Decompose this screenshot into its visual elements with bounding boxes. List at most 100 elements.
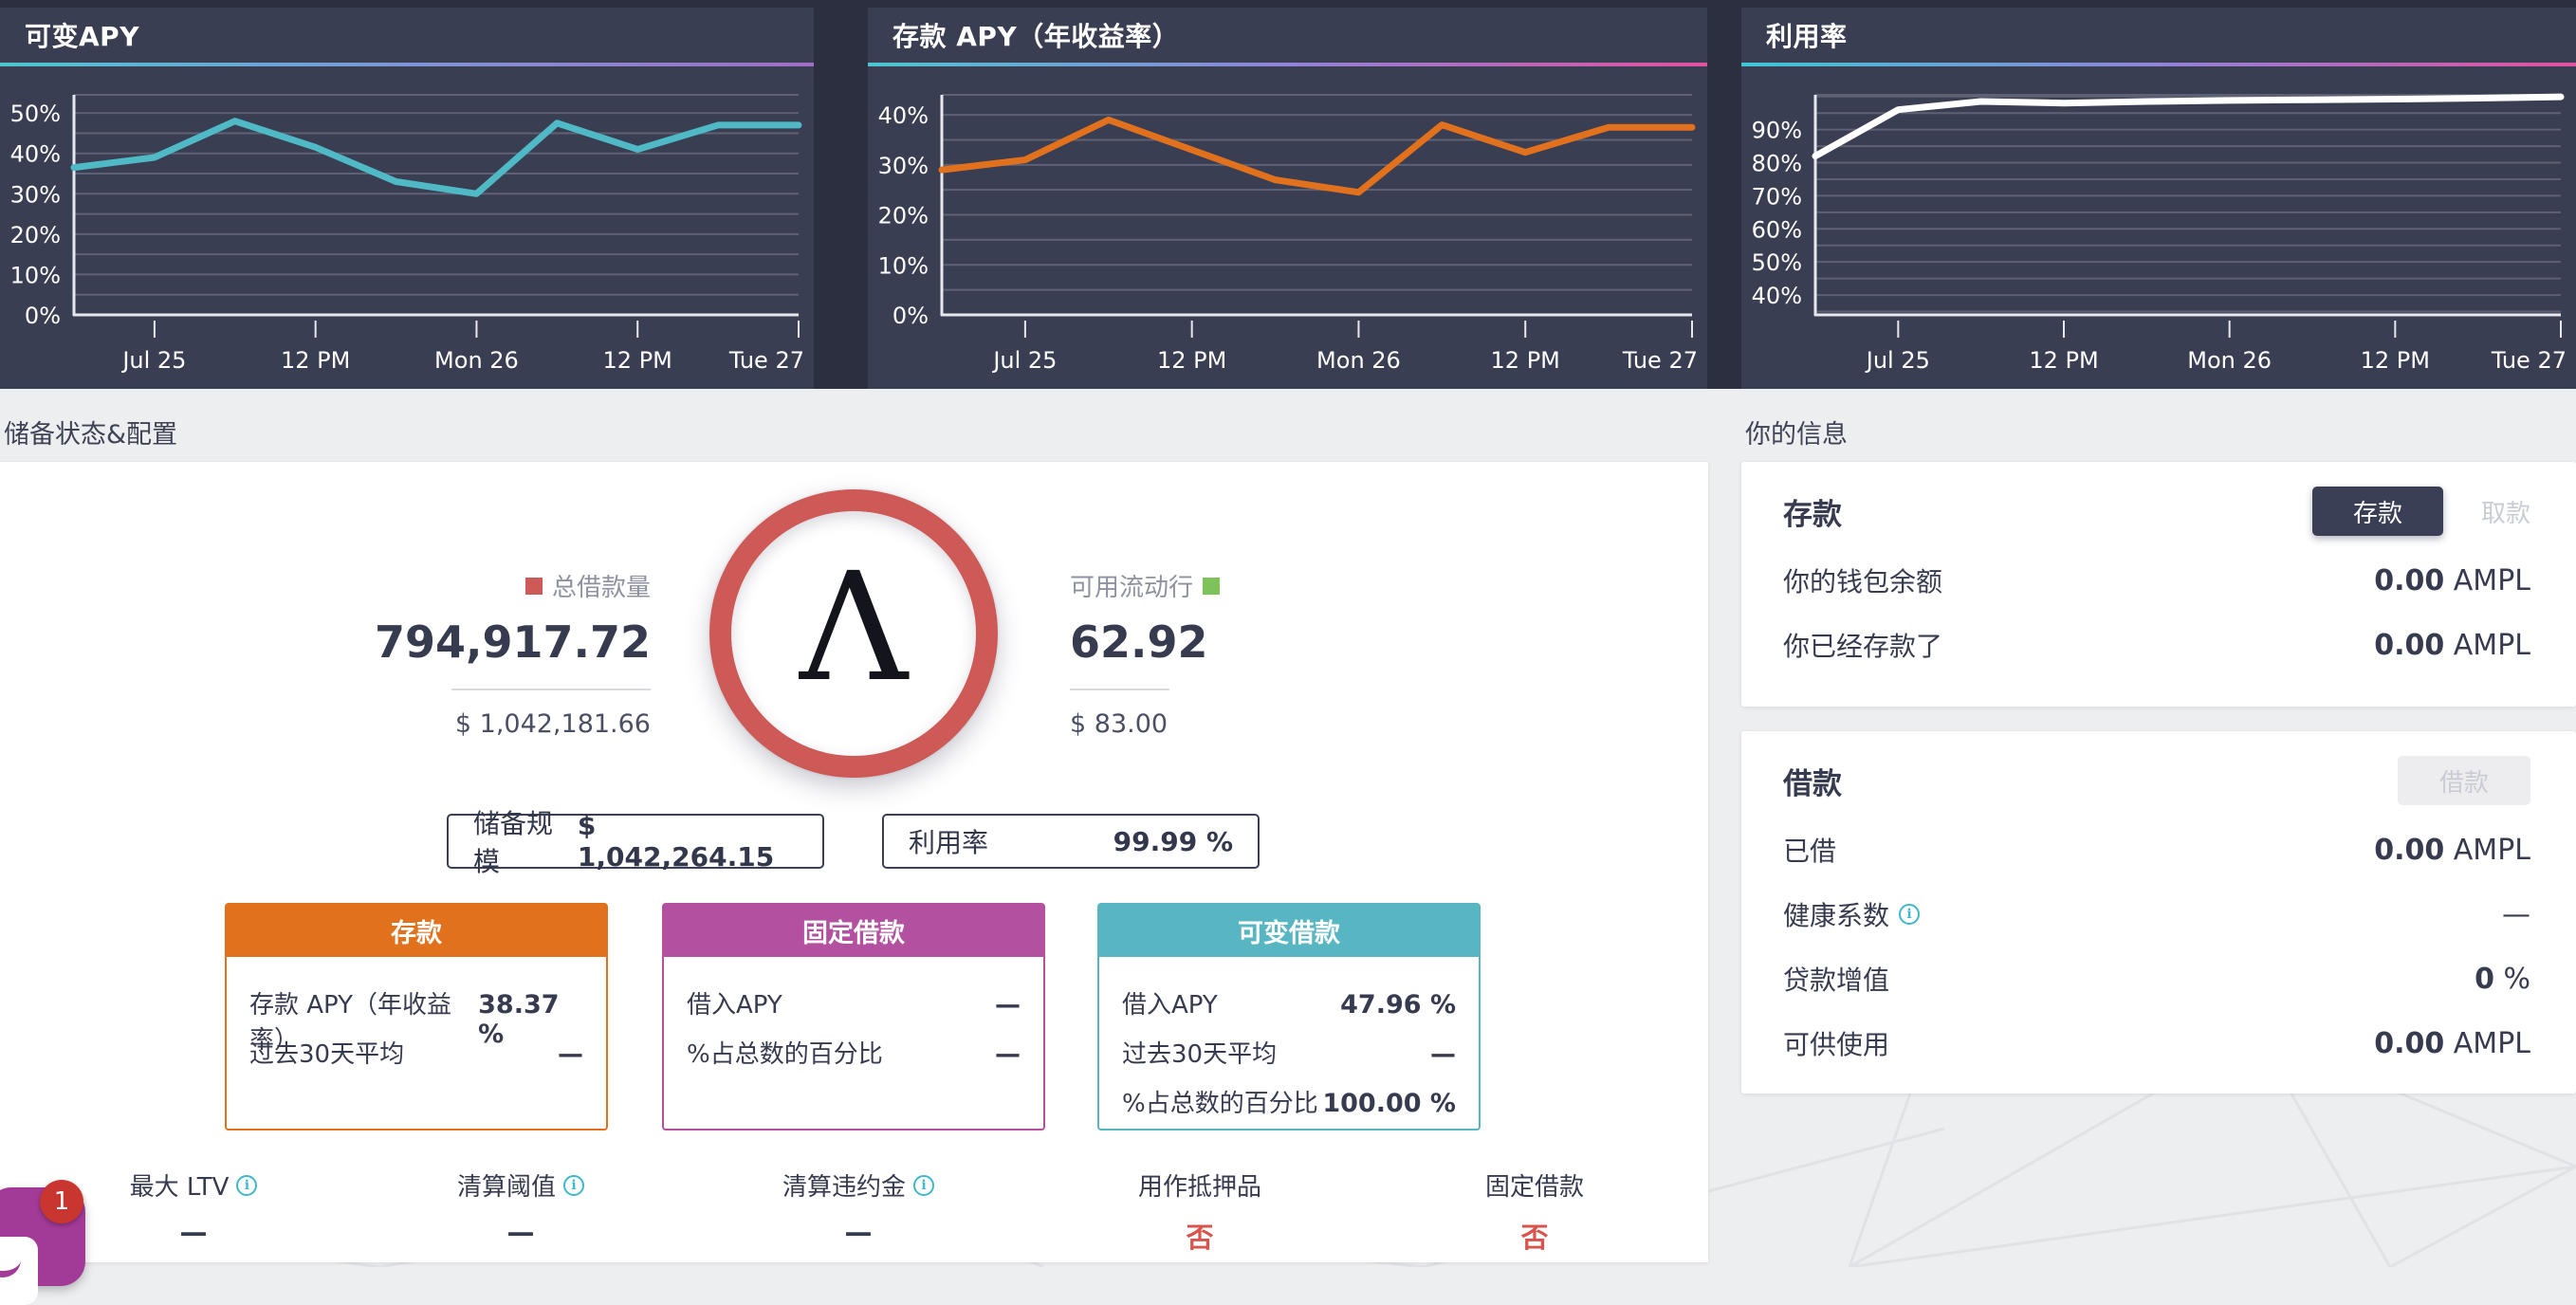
table-row: 过去30天平均 —: [1122, 1035, 1456, 1069]
max-ltv-stat: 最大 LTV i —: [42, 1167, 345, 1248]
total-borrowed-stat: 总借款量 794,917.72 $ 1,042,181.66: [285, 568, 651, 739]
total-borrowed-label: 总借款量: [552, 568, 651, 603]
stable-borrow-rate-card: 固定借款 借入APY — %占总数的百分比 —: [662, 903, 1045, 1130]
table-row: 借入APY 47.96 %: [1122, 985, 1456, 1020]
chat-smiley-icon: [0, 1237, 38, 1305]
liquidation-threshold-value: —: [369, 1216, 672, 1248]
withdraw-tab-button[interactable]: 取款: [2481, 494, 2530, 529]
deposit-rate-card-title: 存款: [391, 912, 442, 949]
loan-to-value-label: 贷款增值: [1783, 960, 1889, 998]
used-as-collateral-value: 否: [1048, 1216, 1352, 1256]
row-value: 100.00 %: [1322, 1089, 1456, 1118]
available-liquidity-stat: 可用流动行 62.92 $ 83.00: [1070, 568, 1436, 739]
reserve-section-title: 储备状态&配置: [4, 414, 177, 450]
info-icon[interactable]: i: [1899, 904, 1920, 925]
liquidation-penalty-label: 清算违约金: [782, 1167, 906, 1203]
available-to-use-amount: 0.00: [2374, 1027, 2444, 1060]
loan-to-value-row: 贷款增值 0 %: [1783, 959, 2530, 999]
total-borrowed-legend-swatch: [525, 578, 543, 595]
available-liquidity-label: 可用流动行: [1070, 568, 1193, 603]
borrowed-unit: AMPL: [2454, 834, 2530, 867]
svg-text:50%: 50%: [1752, 249, 1802, 276]
utilisation-rate-box: 利用率 99.99 %: [882, 814, 1260, 869]
deposit-rate-card: 存款 存款 APY（年收益率） 38.37 % 过去30天平均 —: [225, 903, 608, 1130]
svg-text:12 PM: 12 PM: [1157, 347, 1226, 374]
borrow-card: 借款 借款 已借 0.00 AMPL 健康系数 i — 贷款增值 0 % 可供使…: [1741, 731, 2576, 1094]
svg-text:40%: 40%: [1752, 283, 1802, 309]
available-to-use-unit: AMPL: [2454, 1027, 2530, 1060]
chart-header: 可变APY: [0, 8, 814, 63]
utilisation-rate-value: 99.99 %: [1113, 826, 1233, 857]
available-liquidity-value: 62.92: [1070, 616, 1208, 668]
chart-title-deposit-apy: 存款 APY（年收益率）: [892, 16, 1179, 54]
svg-text:20%: 20%: [878, 203, 929, 230]
svg-text:Mon 26: Mon 26: [2187, 347, 2272, 374]
svg-text:Jul 25: Jul 25: [120, 347, 186, 374]
row-value: —: [558, 1039, 583, 1069]
chart-panel-deposit-apy: 存款 APY（年收益率） 0%10%20%30%40%Jul 2512 PMMo…: [868, 8, 1707, 389]
chat-notification-badge: 1: [40, 1180, 83, 1223]
svg-text:30%: 30%: [878, 153, 929, 179]
row-value: —: [995, 990, 1021, 1020]
chart-header: 存款 APY（年收益率）: [868, 8, 1707, 63]
svg-text:20%: 20%: [10, 222, 61, 248]
svg-text:70%: 70%: [1752, 183, 1802, 210]
divider: [451, 689, 651, 690]
table-row: 存款 APY（年收益率） 38.37 %: [249, 985, 583, 1020]
user-info-section-title: 你的信息: [1745, 414, 1848, 450]
already-deposited-row: 你已经存款了 0.00 AMPL: [1783, 625, 2530, 665]
variable-apy-line-chart: 0%10%20%30%40%50%Jul 2512 PMMon 2612 PMT…: [0, 66, 814, 389]
svg-text:40%: 40%: [878, 102, 929, 129]
row-value: 47.96 %: [1340, 990, 1456, 1020]
wallet-balance-label: 你的钱包余额: [1783, 561, 1942, 599]
variable-borrow-rate-card-title: 可变借款: [1238, 912, 1340, 949]
max-ltv-value: —: [42, 1216, 345, 1248]
svg-text:12 PM: 12 PM: [2361, 347, 2430, 374]
utilisation-rate-label: 利用率: [909, 822, 988, 860]
row-label: %占总数的百分比: [1122, 1084, 1318, 1119]
chart-title-utilisation: 利用率: [1766, 16, 1848, 54]
chart-header: 利用率: [1741, 8, 2576, 63]
svg-text:10%: 10%: [878, 252, 929, 279]
row-label: 借入APY: [687, 985, 782, 1020]
row-label: 过去30天平均: [249, 1035, 404, 1070]
deposit-apy-line-chart: 0%10%20%30%40%Jul 2512 PMMon 2612 PMTue …: [868, 66, 1707, 389]
deposit-card: 存款 存款 取款 你的钱包余额 0.00 AMPL 你已经存款了 0.00 AM…: [1741, 462, 2576, 707]
chart-panel-utilisation: 利用率 40%50%60%70%80%90%Jul 2512 PMMon 261…: [1741, 8, 2576, 389]
svg-text:12 PM: 12 PM: [603, 347, 672, 374]
divider: [1070, 689, 1169, 690]
variable-borrow-rate-card-header: 可变借款: [1099, 905, 1479, 957]
borrow-button[interactable]: 借款: [2398, 756, 2530, 805]
health-factor-label: 健康系数: [1783, 895, 1889, 933]
borrowed-label: 已借: [1783, 831, 1836, 869]
row-label: 过去30天平均: [1122, 1035, 1277, 1070]
liquidation-threshold-label: 清算阈值: [457, 1167, 556, 1203]
borrowed-amount: 0.00: [2374, 834, 2444, 867]
stable-borrow-rate-card-header: 固定借款: [664, 905, 1043, 957]
liquidation-penalty-value: —: [707, 1216, 1010, 1248]
info-icon[interactable]: i: [236, 1175, 257, 1196]
svg-text:Jul 25: Jul 25: [1865, 347, 1930, 374]
deposit-rate-card-header: 存款: [227, 905, 606, 957]
info-icon[interactable]: i: [913, 1175, 934, 1196]
svg-text:Tue 27: Tue 27: [1622, 347, 1698, 374]
loan-to-value-amount: 0: [2475, 963, 2494, 996]
deposit-tab-button[interactable]: 存款: [2312, 487, 2443, 536]
already-deposited-amount: 0.00: [2374, 629, 2444, 662]
info-icon[interactable]: i: [563, 1175, 584, 1196]
row-value: —: [1430, 1039, 1456, 1069]
borrow-card-title: 借款: [1783, 760, 1842, 802]
utilisation-line-chart: 40%50%60%70%80%90%Jul 2512 PMMon 2612 PM…: [1741, 66, 2576, 389]
chat-widget-button[interactable]: 1: [0, 1187, 85, 1286]
ampl-token-logo: Λ: [800, 553, 908, 703]
svg-text:Jul 25: Jul 25: [991, 347, 1057, 374]
total-borrowed-usd: $ 1,042,181.66: [455, 709, 651, 739]
row-label: 借入APY: [1122, 985, 1218, 1020]
available-liquidity-legend-swatch: [1203, 578, 1220, 595]
svg-text:30%: 30%: [10, 181, 61, 208]
available-to-use-label: 可供使用: [1783, 1024, 1889, 1062]
svg-text:Tue 27: Tue 27: [728, 347, 804, 374]
row-value: —: [995, 1039, 1021, 1069]
table-row: 借入APY —: [687, 985, 1021, 1020]
health-factor-value: —: [2502, 898, 2530, 931]
